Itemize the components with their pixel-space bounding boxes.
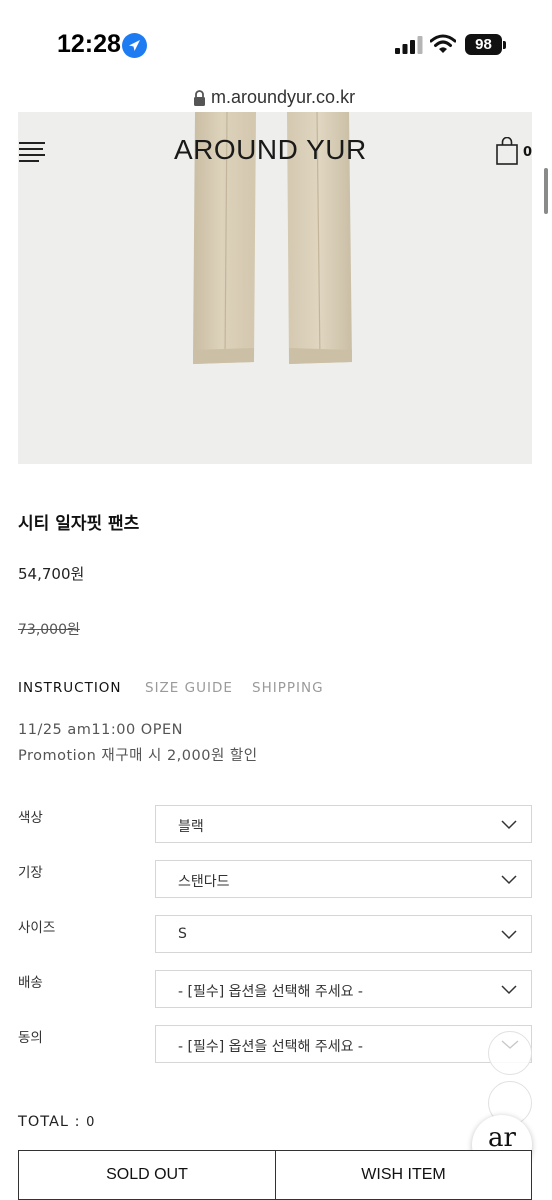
tab-size-guide[interactable]: SIZE GUIDE <box>145 680 233 696</box>
url-text[interactable]: m.aroundyur.co.kr <box>211 87 355 108</box>
chevron-up-icon <box>501 1040 519 1049</box>
wifi-icon <box>430 34 456 53</box>
product-price: 54,700원 <box>18 565 85 583</box>
option-select-color[interactable]: 블랙 <box>155 805 532 843</box>
option-value: - [필수] 옵션을 선택해 주세요 - <box>178 984 363 1000</box>
option-label-delivery: 배송 <box>18 975 43 991</box>
chevron-down-icon <box>501 985 517 995</box>
brand-logo[interactable]: AROUND YUR <box>174 134 367 166</box>
option-select-size[interactable]: S <box>155 915 532 953</box>
location-arrow-icon <box>122 33 147 58</box>
original-price: 73,000원 <box>18 622 80 638</box>
open-date-text: 11/25 am11:00 OPEN <box>18 722 183 738</box>
promotion-text: Promotion 재구매 시 2,000원 할인 <box>18 748 258 764</box>
option-value: - [필수] 옵션을 선택해 주세요 - <box>178 1039 363 1055</box>
cart-count: 0 <box>523 145 533 160</box>
option-label-color: 색상 <box>18 810 43 826</box>
product-name: 시티 일자핏 팬츠 <box>18 514 140 534</box>
shopping-bag-icon[interactable] <box>496 137 518 165</box>
sold-out-button[interactable]: SOLD OUT <box>18 1150 276 1200</box>
option-select-delivery[interactable]: - [필수] 옵션을 선택해 주세요 - <box>155 970 532 1008</box>
wish-item-button[interactable]: WISH ITEM <box>275 1150 532 1200</box>
status-bar: 12:28 98 <box>0 0 552 84</box>
option-value: 스탠다드 <box>178 874 230 890</box>
option-value: 블랙 <box>178 819 204 835</box>
option-value: S <box>178 926 187 942</box>
status-time: 12:28 <box>57 30 121 58</box>
chevron-down-icon <box>501 820 517 830</box>
battery-cap <box>503 41 506 49</box>
total-summary: TOTAL : 0 <box>18 1114 94 1130</box>
option-label-size: 사이즈 <box>18 920 56 936</box>
option-label-consent: 동의 <box>18 1030 43 1046</box>
option-select-consent[interactable]: - [필수] 옵션을 선택해 주세요 - <box>155 1025 532 1063</box>
option-label-length: 기장 <box>18 865 43 881</box>
hamburger-menu-icon[interactable] <box>19 142 45 162</box>
battery-indicator: 98 <box>465 34 502 55</box>
chevron-down-icon <box>501 930 517 940</box>
total-label: TOTAL : <box>18 1114 81 1130</box>
scrollbar[interactable] <box>544 168 548 214</box>
lock-icon <box>194 90 205 106</box>
brand-badge-logo: ar <box>488 1123 516 1153</box>
option-select-length[interactable]: 스탠다드 <box>155 860 532 898</box>
tab-shipping[interactable]: SHIPPING <box>252 680 324 696</box>
signal-icon <box>395 36 423 54</box>
total-value: 0 <box>86 1115 95 1130</box>
tab-instruction[interactable]: INSTRUCTION <box>18 680 122 696</box>
chevron-down-icon <box>501 875 517 885</box>
